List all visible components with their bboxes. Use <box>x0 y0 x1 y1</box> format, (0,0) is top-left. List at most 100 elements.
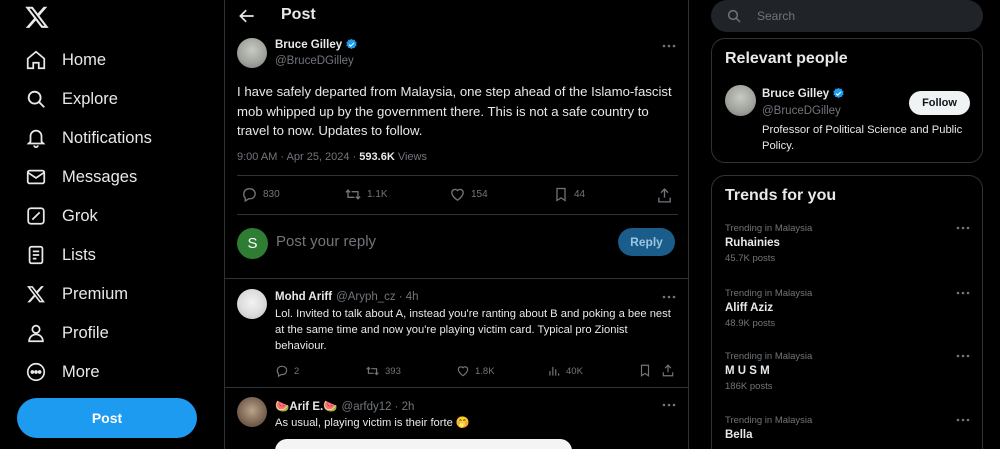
like-action[interactable]: 154 <box>449 186 488 203</box>
nav-profile-label: Profile <box>62 323 109 342</box>
nav-messages[interactable]: Messages <box>24 162 137 192</box>
trend-context: Trending in Malaysia <box>725 288 813 299</box>
trend-item[interactable]: Trending in Malaysia Bella <box>725 415 970 441</box>
relevant-people-title: Relevant people <box>725 50 848 67</box>
follow-button[interactable]: Follow <box>909 91 970 115</box>
share-icon[interactable] <box>656 187 673 204</box>
more-options-icon[interactable] <box>662 43 676 49</box>
reply-avatar[interactable] <box>237 397 267 427</box>
nav-profile[interactable]: Profile <box>24 318 109 348</box>
more-options-icon[interactable] <box>662 294 676 300</box>
reply-time: · 2h <box>394 401 415 413</box>
relevant-person-handle[interactable]: @BruceDGilley <box>762 105 841 117</box>
reply-action[interactable]: 830 <box>241 186 280 203</box>
nav-explore[interactable]: Explore <box>24 84 118 114</box>
bookmark-icon <box>556 187 566 202</box>
trend-count: 186K posts <box>725 381 773 392</box>
reply-reply-action[interactable]: 2 <box>275 364 299 378</box>
nav-lists[interactable]: Lists <box>24 240 96 270</box>
relevant-people-panel: Relevant people Bruce Gilley @BruceDGill… <box>711 38 983 163</box>
reply-views-count: 40K <box>566 365 583 377</box>
nav-more[interactable]: More <box>24 357 100 387</box>
heart-icon <box>457 366 469 377</box>
reply-time: · 4h <box>398 291 419 303</box>
nav-notifications[interactable]: Notifications <box>24 123 152 153</box>
trend-item[interactable]: Trending in Malaysia M U S M 186K posts <box>725 351 970 392</box>
user-avatar[interactable]: S <box>237 228 268 259</box>
trend-name: Bella <box>725 429 753 441</box>
reply-input[interactable]: Post your reply <box>276 233 376 250</box>
more-options-icon[interactable] <box>956 353 970 359</box>
tweet-time[interactable]: 9:00 AM · Apr 25, 2024 · <box>237 151 359 163</box>
left-nav: Home Explore Notifications Messages Grok <box>0 0 224 449</box>
reply-reply-count: 2 <box>294 365 300 377</box>
back-arrow-icon[interactable] <box>237 6 257 26</box>
repost-action[interactable]: 1.1K <box>344 186 388 203</box>
reply-author-name: Mohd Ariff <box>275 291 333 303</box>
reply-views-action[interactable]: 40K <box>547 364 583 378</box>
more-options-icon[interactable] <box>956 290 970 296</box>
author-avatar[interactable] <box>237 38 267 68</box>
reply-author[interactable]: Mohd Ariff @Aryph_cz · 4h <box>275 291 419 303</box>
nav-premium[interactable]: Premium <box>24 279 128 309</box>
reply-avatar[interactable] <box>237 289 267 319</box>
nav-notifications-label: Notifications <box>62 128 152 147</box>
repost-count: 1.1K <box>367 189 388 200</box>
x-logo-icon <box>24 282 48 306</box>
reply-author-handle: @arfdy12 <box>341 401 392 413</box>
tweet-text: I have safely departed from Malaysia, on… <box>237 84 672 138</box>
reply-media-card[interactable] <box>275 439 572 449</box>
nav-grok-label: Grok <box>62 206 98 225</box>
reply-author[interactable]: 🍉Arif E.🍉 @arfdy12 · 2h <box>275 399 414 413</box>
reply-text: Lol. Invited to talk about A, instead yo… <box>275 308 671 352</box>
nav-lists-label: Lists <box>62 245 96 264</box>
share-icon[interactable] <box>661 363 675 378</box>
post-button[interactable]: Post <box>17 398 197 438</box>
relevant-person-bio: Professor of Political Science and Publi… <box>762 124 963 152</box>
reply-repost-action[interactable]: 393 <box>365 364 401 378</box>
bookmark-action[interactable]: 44 <box>553 186 585 203</box>
more-options-icon[interactable] <box>956 225 970 231</box>
more-options-icon[interactable] <box>662 402 676 408</box>
nav-home[interactable]: Home <box>24 45 106 75</box>
author-name-text: Bruce Gilley <box>275 38 343 51</box>
reply-author-handle: @Aryph_cz <box>336 291 396 303</box>
search-input[interactable] <box>757 9 957 23</box>
bookmark-icon[interactable] <box>638 363 652 378</box>
more-circle-icon <box>24 360 48 384</box>
trend-count: 48.9K posts <box>725 318 776 329</box>
heart-icon <box>451 188 464 201</box>
trend-context: Trending in Malaysia <box>725 415 813 426</box>
trend-context: Trending in Malaysia <box>725 351 813 362</box>
tweet-meta: 9:00 AM · Apr 25, 2024 · 593.6K Views <box>237 151 427 163</box>
more-options-icon[interactable] <box>956 417 970 423</box>
reply-like-action[interactable]: 1.8K <box>456 364 495 378</box>
reply-icon <box>243 188 256 203</box>
reply-button[interactable]: Reply <box>618 228 675 256</box>
list-icon <box>24 243 48 267</box>
bell-icon <box>24 126 48 150</box>
search-icon <box>24 87 48 111</box>
reply-repost-count: 393 <box>385 365 401 377</box>
reply-text: As usual, playing victim is their forte … <box>275 417 470 429</box>
app-root: Home Explore Notifications Messages Grok <box>0 0 1000 449</box>
trend-name: Aliff Aziz <box>725 302 774 314</box>
page-title: Post <box>281 6 316 23</box>
divider <box>225 278 688 279</box>
relevant-person-name-text: Bruce Gilley <box>762 87 830 100</box>
reply-author-name: 🍉Arif E.🍉 <box>275 401 338 413</box>
analytics-icon <box>549 366 560 376</box>
x-logo-icon[interactable] <box>24 4 50 30</box>
author-handle[interactable]: @BruceDGilley <box>275 55 354 67</box>
search-bar[interactable] <box>711 0 983 32</box>
trend-item[interactable]: Trending in Malaysia Aliff Aziz 48.9K po… <box>725 288 970 329</box>
trend-item[interactable]: Trending in Malaysia Ruhainies 45.7K pos… <box>725 223 970 264</box>
relevant-person-avatar[interactable] <box>725 85 756 116</box>
nav-explore-label: Explore <box>62 89 118 108</box>
nav-grok[interactable]: Grok <box>24 201 98 231</box>
reply-like-count: 1.8K <box>475 365 495 377</box>
trends-title: Trends for you <box>725 187 837 204</box>
person-icon <box>24 321 48 345</box>
relevant-person-name[interactable]: Bruce Gilley <box>762 87 845 100</box>
author-name[interactable]: Bruce Gilley <box>275 38 358 51</box>
